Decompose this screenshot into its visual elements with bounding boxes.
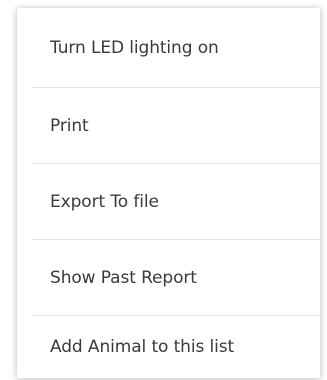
menu-item-label: Turn LED lighting on	[50, 37, 219, 58]
menu-list: Turn LED lighting on Print Export To fil…	[32, 8, 320, 378]
menu-item-label: Print	[50, 115, 89, 136]
menu-item-add-animal-to-list[interactable]: Add Animal to this list	[32, 316, 320, 378]
menu-item-show-past-report[interactable]: Show Past Report	[32, 240, 320, 316]
menu-item-label: Show Past Report	[50, 267, 197, 288]
menu-item-export-to-file[interactable]: Export To file	[32, 164, 320, 240]
menu-item-label: Export To file	[50, 191, 159, 212]
menu-item-label: Add Animal to this list	[50, 337, 235, 357]
menu-item-print[interactable]: Print	[32, 88, 320, 164]
context-menu: Turn LED lighting on Print Export To fil…	[17, 8, 320, 378]
menu-item-turn-led-lighting-on[interactable]: Turn LED lighting on	[32, 8, 320, 88]
